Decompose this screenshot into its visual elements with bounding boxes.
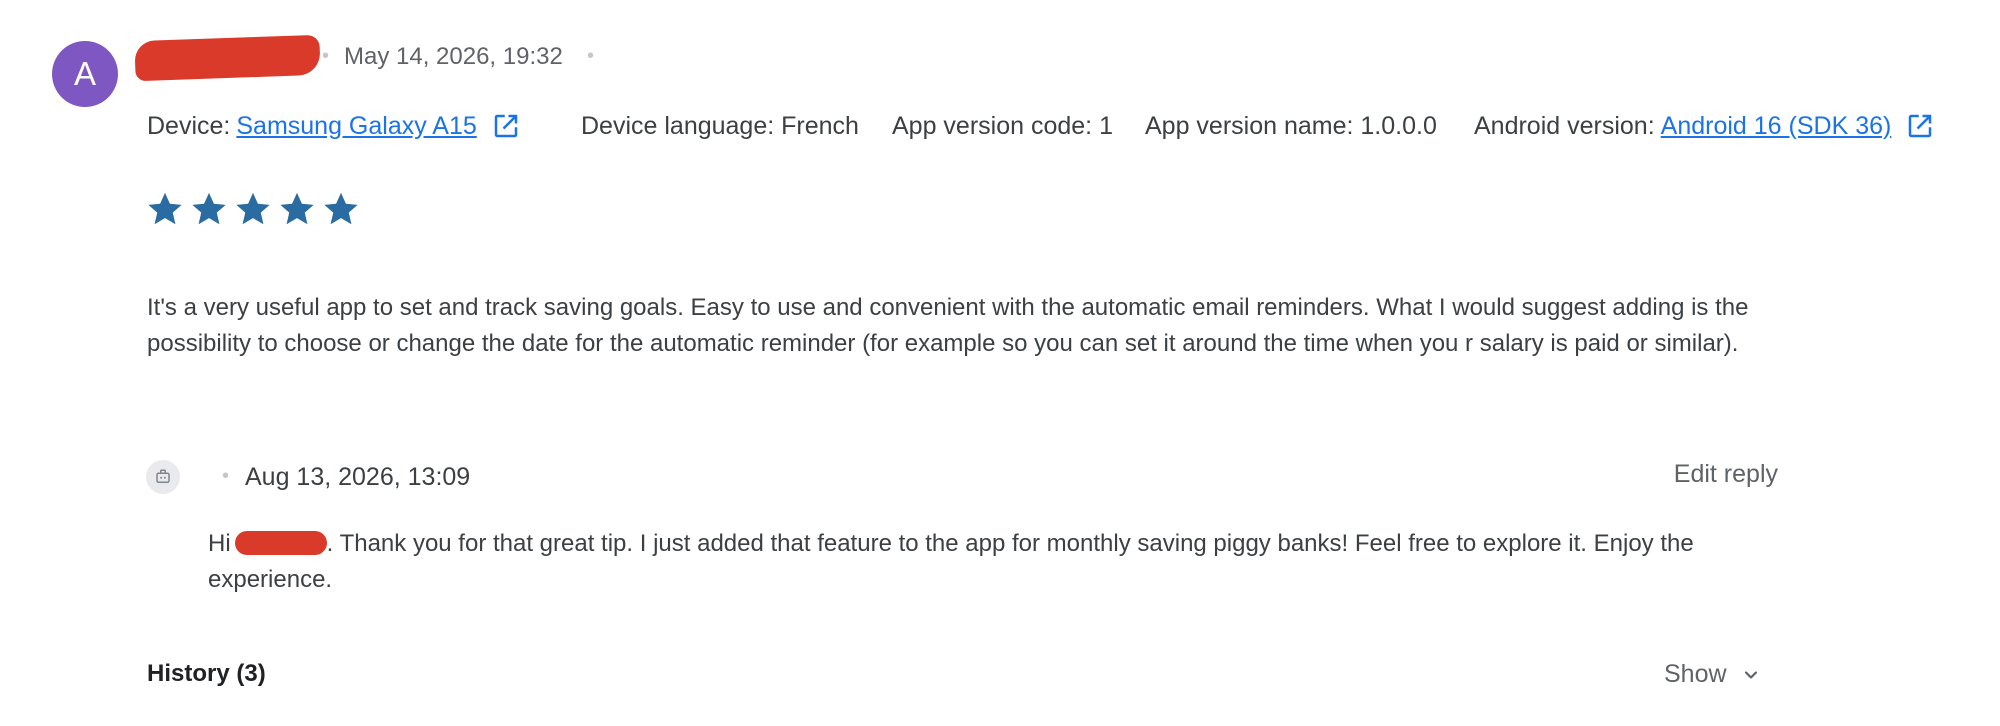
star-rating (146, 190, 360, 228)
star-icon (280, 192, 314, 225)
history-label: History (3) (147, 660, 266, 687)
device-language: Device language: French (581, 111, 859, 140)
redacted-name (234, 531, 327, 555)
app-version-name: App version name: 1.0.0.0 (1145, 111, 1437, 140)
star-icon (236, 192, 270, 225)
reply-body: . Thank you for that great tip. I just a… (208, 530, 1694, 593)
star-icon (148, 192, 182, 225)
reply-greeting: Hi (208, 530, 231, 557)
avatar: A (52, 41, 118, 107)
star-icon (192, 192, 226, 225)
reply-text: Hi. Thank you for that great tip. I just… (208, 526, 1788, 598)
device-label: Device: (147, 111, 231, 140)
separator-dot: • (587, 45, 595, 67)
android-version: Android version: Android 16 (SDK 36) (1474, 110, 1935, 142)
star-icon (324, 192, 358, 225)
chevron-down-icon (1744, 670, 1757, 679)
open-in-new-icon[interactable] (491, 111, 521, 141)
show-history-button[interactable]: Show (1664, 660, 1761, 689)
separator-dot: • (322, 45, 330, 67)
android-version-label: Android version: (1474, 111, 1655, 140)
show-label: Show (1664, 660, 1727, 688)
avatar-letter: A (73, 55, 96, 92)
device-info: Device: Samsung Galaxy A15 (147, 110, 521, 142)
edit-reply-button[interactable]: Edit reply (1674, 460, 1778, 489)
separator-dot: • (222, 465, 230, 487)
reply-date: Aug 13, 2026, 13:09 (245, 463, 471, 491)
app-version-code: App version code: 1 (892, 111, 1113, 140)
open-in-new-icon[interactable] (1905, 111, 1935, 141)
android-version-link[interactable]: Android 16 (SDK 36) (1661, 112, 1892, 141)
review-date: May 14, 2026, 19:32 (344, 43, 563, 70)
device-link[interactable]: Samsung Galaxy A15 (236, 112, 476, 141)
redacted-reviewer-name (134, 34, 321, 82)
developer-reply-icon (146, 460, 180, 494)
review-text: It's a very useful app to set and track … (147, 294, 1749, 357)
